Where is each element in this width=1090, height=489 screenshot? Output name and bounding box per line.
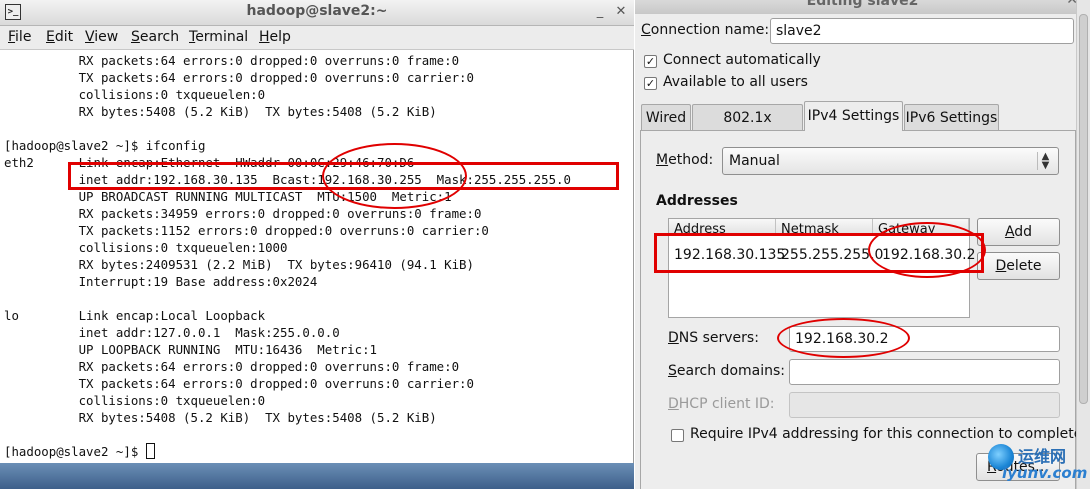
method-select[interactable]: Manual ▲ ▼ (722, 147, 1059, 175)
terminal-output[interactable]: RX packets:64 errors:0 dropped:0 overrun… (4, 52, 571, 460)
add-button[interactable]: Add (977, 218, 1060, 246)
terminal-menubar: File Edit View Search Terminal Help (0, 26, 634, 50)
dialog-titlebar[interactable]: Editing slave2 ✕ (635, 0, 1090, 14)
terminal-line: RX bytes:2409531 (2.2 MiB) TX bytes:9641… (4, 257, 474, 272)
connection-editor-dialog: Editing slave2 ✕ Connection name: slave2… (635, 0, 1090, 489)
terminal-line: RX packets:64 errors:0 dropped:0 overrun… (4, 359, 460, 374)
menu-search[interactable]: Search (131, 29, 179, 45)
terminal-line: TX packets:64 errors:0 dropped:0 overrun… (4, 70, 474, 85)
terminal-line: RX packets:64 errors:0 dropped:0 overrun… (4, 53, 460, 68)
dialog-title: Editing slave2 (806, 0, 919, 9)
terminal-cursor (145, 443, 155, 459)
terminal-prompt: [hadoop@slave2 ~]$ (4, 444, 146, 459)
annotation-ellipse-gateway (868, 222, 986, 278)
terminal-line: lo Link encap:Local Loopback (4, 308, 266, 323)
menu-file[interactable]: File (8, 29, 31, 45)
terminal-window: >_ hadoop@slave2:~ _ ✕ File Edit View Se… (0, 0, 634, 489)
require-ipv4-checkbox[interactable] (671, 429, 684, 442)
dhcp-client-id-field[interactable] (789, 392, 1060, 418)
menu-terminal[interactable]: Terminal (189, 29, 248, 45)
connect-automatically-checkbox[interactable]: ✓ (644, 55, 657, 68)
connection-name-label: Connection name: (641, 22, 770, 38)
select-arrows-icon: ▲ ▼ (1037, 152, 1053, 171)
terminal-line: inet addr:127.0.0.1 Mask:255.0.0.0 (4, 325, 340, 340)
method-value: Manual (729, 153, 780, 169)
tab-ipv4-settings[interactable]: IPv4 Settings (804, 101, 903, 131)
close-icon[interactable]: ✕ (612, 3, 630, 21)
terminal-line: collisions:0 txqueuelen:0 (4, 393, 266, 408)
menu-help[interactable]: Help (259, 29, 291, 45)
method-label: Method: (656, 152, 714, 168)
addresses-heading: Addresses (656, 193, 738, 209)
terminal-line: TX packets:64 errors:0 dropped:0 overrun… (4, 376, 474, 391)
available-to-all-users-label[interactable]: Available to all users (663, 74, 808, 90)
terminal-line: Interrupt:19 Base address:0x2024 (4, 274, 318, 289)
watermark-url-text: iyunv.com (1002, 464, 1088, 482)
annotation-ellipse-bcast (322, 143, 467, 209)
available-to-all-users-checkbox[interactable]: ✓ (644, 77, 657, 90)
dhcp-client-id-label: DHCP client ID: (668, 396, 775, 412)
tab-ipv6-settings[interactable]: IPv6 Settings (904, 104, 999, 130)
minimize-button[interactable]: _ (591, 3, 609, 21)
terminal-line: TX packets:1152 errors:0 dropped:0 overr… (4, 223, 489, 238)
connect-automatically-label[interactable]: Connect automatically (663, 52, 821, 68)
terminal-line: collisions:0 txqueuelen:0 (4, 87, 266, 102)
terminal-line: [hadoop@slave2 ~]$ ifconfig (4, 138, 206, 153)
dialog-scrollbar[interactable] (1076, 0, 1090, 489)
terminal-line: RX bytes:5408 (5.2 KiB) TX bytes:5408 (5… (4, 410, 437, 425)
terminal-line: collisions:0 txqueuelen:1000 (4, 240, 288, 255)
watermark-logo: 运维网 iyunv.com (988, 440, 1088, 488)
connection-name-field[interactable]: slave2 (770, 18, 1074, 44)
menu-view[interactable]: View (85, 29, 118, 45)
delete-button[interactable]: Delete (977, 252, 1060, 280)
search-domains-label: Search domains: (668, 363, 785, 379)
menu-edit[interactable]: Edit (46, 29, 73, 45)
terminal-line: UP LOOPBACK RUNNING MTU:16436 Metric:1 (4, 342, 377, 357)
search-domains-field[interactable] (789, 359, 1060, 385)
tab-8021x-security[interactable]: 802.1x Security (692, 104, 803, 152)
terminal-titlebar[interactable]: >_ hadoop@slave2:~ _ ✕ (0, 0, 634, 26)
terminal-line: RX bytes:5408 (5.2 KiB) TX bytes:5408 (5… (4, 104, 437, 119)
tab-wired[interactable]: Wired (641, 104, 691, 130)
desktop-panel-strip (0, 463, 634, 489)
terminal-title: hadoop@slave2:~ (246, 3, 388, 19)
scrollbar-thumb[interactable] (1079, 14, 1088, 404)
dns-servers-label: DNS servers: (668, 330, 759, 346)
annotation-ellipse-dns (777, 318, 910, 358)
